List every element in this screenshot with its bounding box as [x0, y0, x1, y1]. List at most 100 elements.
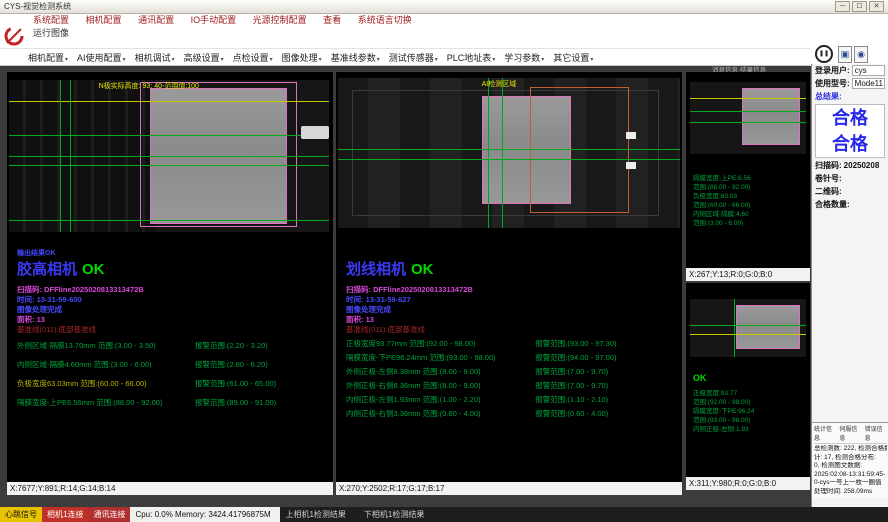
toolbar-camera-debug[interactable]: 相机调试▾	[135, 51, 175, 64]
preview-top-image[interactable]	[690, 82, 806, 154]
toolbar-learn-params[interactable]: 学习参数▾	[504, 51, 544, 64]
toolbar-spot-check[interactable]: 点检设置▾	[233, 51, 273, 64]
menu-item-language-switch[interactable]: 系统语言切换	[351, 14, 419, 27]
overlay-line	[60, 80, 61, 232]
overlay-line	[9, 220, 329, 221]
dropdown-arrow-icon: ▾	[590, 57, 593, 63]
maximize-button[interactable]: ☐	[852, 1, 867, 12]
camera-mid-image[interactable]: AI检测区域	[338, 78, 680, 228]
toolbar-ai-config[interactable]: AI使用配置▾	[77, 51, 126, 64]
nav-row: 运行图像	[26, 27, 886, 40]
alarm-range: 报警范围:(7.00 - 9.70)	[535, 380, 678, 391]
stats-tab[interactable]: 伺服信息	[839, 424, 861, 442]
scan-value: 20250208	[844, 161, 880, 170]
camera-left-panel[interactable]: N极实际高度: 93; 40-范围值:100 输出结果OK 胶高相机OK 扫描码…	[7, 72, 333, 482]
toolbar-test-sensor[interactable]: 测试传感器▾	[389, 51, 438, 64]
menu-item-comm-config[interactable]: 通讯配置	[131, 14, 181, 27]
mini-measure-text: 范围:(3.00 - 6.00)	[693, 217, 743, 227]
result-line: 合格	[816, 105, 884, 131]
baseline-text: 基准线(011):底部基准线	[346, 324, 425, 335]
measurement-text: 隔膜宽度-下PE96.24mm 范围:(93.00 - 98.00)	[346, 352, 535, 363]
measurement-row: 外侧区域-隔膜13.70mm 范围:(3.00 - 3.50) 报警范围:(2.…	[17, 340, 329, 351]
coordinate-bar-mid: X:270;Y:2502;R:17;G:17;B:17	[336, 482, 682, 495]
toolbar-plc-address[interactable]: PLC地址表▾	[447, 51, 496, 64]
camera-result-title: 划线相机OK	[346, 258, 434, 279]
toolbar: 相机配置▾ AI使用配置▾ 相机调试▾ 高级设置▾ 点检设置▾ 图像处理▾ 基准…	[0, 48, 810, 66]
stats-line: 2025:02:08-13:31:59:45-	[814, 471, 887, 480]
pause-button[interactable]: ❚❚	[815, 45, 833, 63]
mini-measure-text: 内侧正极-左侧:1.93	[693, 423, 749, 433]
total-result-label: 总结果:	[815, 91, 842, 102]
upper-camera-result: 上相机1检测结果	[285, 507, 345, 522]
stats-tab[interactable]: 错误信息	[865, 424, 887, 442]
snapshot-button[interactable]: ▣	[838, 46, 852, 63]
alarm-range: 报警范围:(89.00 - 91.00)	[195, 397, 329, 408]
tab-run-image[interactable]: 运行图像	[26, 27, 76, 40]
preview-bottom-image[interactable]	[690, 299, 806, 357]
total-result-display: 合格 合格	[815, 104, 885, 158]
measurement-row: 外侧正极-右侧8.36mm 范围:(8.00 - 9.00) 报警范围:(7.0…	[346, 380, 678, 391]
toolbar-baseline-params[interactable]: 基准线参数▾	[331, 51, 380, 64]
toolbar-other-settings[interactable]: 其它设置▾	[553, 51, 593, 64]
record-button[interactable]: ◉	[854, 46, 868, 63]
camera-left-image[interactable]: N极实际高度: 93; 40-范围值:100	[9, 80, 329, 232]
dropdown-arrow-icon: ▾	[65, 57, 68, 63]
comm-link-status: 通讯连接	[88, 507, 130, 522]
toolbar-image-process[interactable]: 图像处理▾	[282, 51, 322, 64]
stats-box: 统计信息 伺服信息 错误信息 总检测数: 222, 检测合格数: 计: 17, …	[812, 422, 888, 498]
dropdown-arrow-icon: ▾	[319, 57, 322, 63]
connector-part	[301, 126, 329, 139]
bright-spot	[626, 132, 636, 139]
login-row: 登录用户: cys	[812, 64, 888, 77]
camera-mid-panel[interactable]: AI检测区域 划线相机OK 扫描码: DFFline20250208133134…	[336, 72, 682, 482]
close-button[interactable]: ✕	[869, 1, 884, 12]
measurement-row: 内侧正极-右侧3.36mm 范围:(0.60 - 4.00) 报警范围:(0.6…	[346, 408, 678, 419]
toolbar-advanced-settings[interactable]: 高级设置▾	[184, 51, 224, 64]
ok-badge: OK	[82, 261, 105, 278]
alarm-range: 报警范围:(94.00 - 97.00)	[535, 352, 678, 363]
toolbar-camera-config[interactable]: 相机配置▾	[28, 51, 68, 64]
dropdown-arrow-icon: ▾	[123, 57, 126, 63]
qr-label: 二维码:	[815, 186, 842, 197]
measurement-text: 外侧正极-右侧8.36mm 范围:(8.00 - 9.00)	[346, 380, 535, 391]
part-region	[742, 88, 800, 146]
measurement-row: 隔膜宽度-下PE96.24mm 范围:(93.00 - 98.00) 报警范围:…	[346, 352, 678, 363]
stats-line: 处理时间: 258.09ms	[814, 488, 887, 497]
overlay-line	[488, 78, 489, 228]
stats-line: 计: 17, 检测合格分布:	[814, 454, 887, 463]
window-buttons: ─ ☐ ✕	[835, 1, 884, 12]
alarm-range: 报警范围:(7.00 - 9.70)	[535, 366, 678, 377]
measurement-text: 内侧正极-右侧3.36mm 范围:(0.60 - 4.00)	[346, 408, 535, 419]
heartbeat-status: 心跳信号	[0, 507, 42, 522]
preview-top-panel[interactable]: 隔膜宽度-上PE:6.56 范围:(88.00 - 92.00) 负极宽度:63…	[686, 72, 810, 268]
overlay-line	[690, 98, 806, 99]
titlebar: CYS-视觉检测系统 ─ ☐ ✕	[0, 0, 888, 14]
app-window: CYS-视觉检测系统 ─ ☐ ✕ 系统配置 相机配置 通讯配置 IO手动配置 光…	[0, 0, 888, 522]
dropdown-arrow-icon: ▾	[377, 57, 380, 63]
model-value-field[interactable]: Mode11	[852, 78, 885, 89]
alarm-range: 报警范围:(93.00 - 97.30)	[535, 338, 678, 349]
measurement-text: 外侧正极-左侧8.38mm 范围:(8.00 - 9.00)	[346, 366, 535, 377]
model-label: 使用型号:	[815, 78, 850, 89]
login-value-field[interactable]: cys	[852, 65, 885, 76]
count-row: 合格数量:	[812, 198, 888, 211]
needle-label: 卷针号:	[815, 173, 842, 184]
alarm-range: 报警范围:(2.20 - 3.20)	[195, 340, 329, 351]
menu-item-system-config[interactable]: 系统配置	[26, 14, 76, 27]
overlay-line	[9, 101, 329, 102]
status-bar: 心跳信号 相机1连接 通讯连接 Cpu: 0.0% Memory: 3424.4…	[0, 507, 888, 522]
menu-item-camera-config[interactable]: 相机配置	[79, 14, 129, 27]
measurement-row: 外侧正极-左侧8.38mm 范围:(8.00 - 9.00) 报警范围:(7.0…	[346, 366, 678, 377]
minimize-button[interactable]: ─	[835, 1, 850, 12]
measurement-text: 正极宽度93.77mm 范围:(92.00 - 98.00)	[346, 338, 535, 349]
menu-item-view[interactable]: 查看	[316, 14, 348, 27]
overlay-label: N极实际高度: 93; 40-范围值:100	[99, 81, 199, 91]
menu-item-light-control-config[interactable]: 光源控制配置	[246, 14, 314, 27]
preview-bottom-panel[interactable]: OK 正极宽度:93.77 范围:(92.00 - 98.00) 隔膜宽度-下P…	[686, 283, 810, 477]
menu-item-io-manual-config[interactable]: IO手动配置	[184, 14, 244, 27]
window-title: CYS-视觉检测系统	[4, 1, 835, 12]
stats-tab[interactable]: 统计信息	[814, 424, 836, 442]
app-logo	[3, 23, 25, 49]
result-label-row: 总结果:	[812, 90, 888, 103]
alarm-range: 报警范围:(0.60 - 4.00)	[535, 408, 678, 419]
